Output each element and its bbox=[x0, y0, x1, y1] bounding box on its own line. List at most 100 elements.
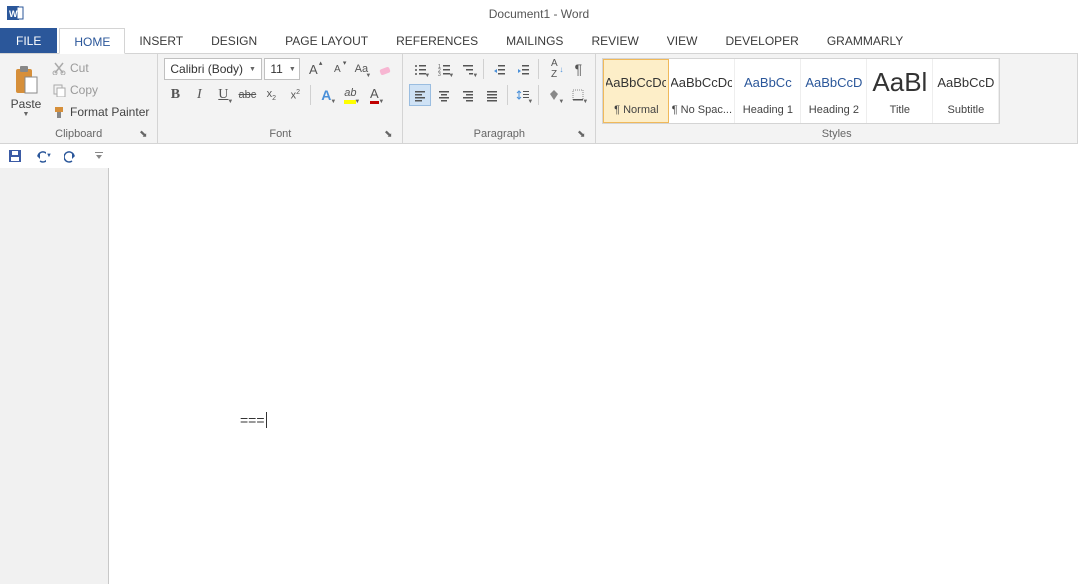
align-center-button[interactable] bbox=[433, 84, 455, 106]
italic-button[interactable]: I bbox=[188, 84, 210, 106]
ribbon: Paste ▼ Cut Copy Format Painter Clipboar… bbox=[0, 54, 1078, 144]
justify-button[interactable] bbox=[481, 84, 503, 106]
grow-font-button[interactable]: A▴ bbox=[302, 58, 324, 80]
qat-customize-button[interactable] bbox=[90, 147, 108, 165]
customize-icon bbox=[94, 151, 104, 161]
style-name: Heading 1 bbox=[743, 101, 793, 119]
shading-button[interactable]: ▼ bbox=[543, 84, 565, 106]
font-name-combo[interactable]: Calibri (Body)▼ bbox=[164, 58, 262, 80]
tab-grammarly[interactable]: GRAMMARLY bbox=[813, 28, 917, 53]
justify-icon bbox=[485, 88, 499, 102]
dropdown-icon: ▼ bbox=[23, 111, 30, 118]
ribbon-tabs: FILE HOME INSERT DESIGN PAGE LAYOUT REFE… bbox=[0, 28, 1078, 54]
window-title: Document1 - Word bbox=[0, 0, 1078, 28]
tab-references[interactable]: REFERENCES bbox=[382, 28, 492, 53]
style-preview: AaBl bbox=[869, 63, 930, 101]
style-name: Title bbox=[890, 101, 910, 119]
strikethrough-button[interactable]: abc bbox=[236, 84, 258, 106]
indent-icon bbox=[516, 62, 530, 76]
font-size-combo[interactable]: 11▼ bbox=[264, 58, 300, 80]
document-content[interactable]: === bbox=[240, 412, 267, 428]
paste-button[interactable]: Paste ▼ bbox=[6, 58, 46, 124]
style-item--normal[interactable]: AaBbCcDc¶ Normal bbox=[603, 59, 669, 123]
style-name: Heading 2 bbox=[809, 101, 859, 119]
align-center-icon bbox=[437, 88, 451, 102]
separator bbox=[507, 85, 508, 105]
page-edge bbox=[108, 168, 109, 584]
font-color-button[interactable]: A▼ bbox=[363, 84, 385, 106]
line-spacing-button[interactable]: ▼ bbox=[512, 84, 534, 106]
change-case-button[interactable]: Aa▼ bbox=[350, 58, 372, 80]
style-item-title[interactable]: AaBlTitle bbox=[867, 59, 933, 123]
tab-home[interactable]: HOME bbox=[59, 28, 125, 54]
align-left-icon bbox=[413, 88, 427, 102]
text-effects-button[interactable]: A▼ bbox=[315, 84, 337, 106]
tab-design[interactable]: DESIGN bbox=[197, 28, 271, 53]
style-item--no-spac-[interactable]: AaBbCcDc¶ No Spac... bbox=[669, 59, 735, 123]
style-name: ¶ No Spac... bbox=[672, 101, 732, 119]
redo-icon bbox=[64, 149, 78, 163]
style-name: Subtitle bbox=[948, 101, 985, 119]
quick-access-toolbar: ▼ bbox=[0, 144, 1078, 168]
eraser-icon bbox=[377, 61, 393, 77]
title-bar: W Document1 - Word bbox=[0, 0, 1078, 28]
save-icon bbox=[8, 149, 22, 163]
format-painter-icon bbox=[52, 105, 66, 119]
copy-icon bbox=[52, 83, 66, 97]
clear-formatting-button[interactable] bbox=[374, 58, 396, 80]
bullets-button[interactable]: ▼ bbox=[409, 58, 431, 80]
styles-gallery: AaBbCcDc¶ NormalAaBbCcDc¶ No Spac...AaBb… bbox=[602, 58, 1000, 124]
svg-text:3: 3 bbox=[438, 72, 441, 76]
tab-pagelayout[interactable]: PAGE LAYOUT bbox=[271, 28, 382, 53]
tab-developer[interactable]: DEVELOPER bbox=[711, 28, 812, 53]
align-right-button[interactable] bbox=[457, 84, 479, 106]
paragraph-launcher-icon[interactable]: ⬊ bbox=[575, 129, 587, 141]
underline-button[interactable]: U▼ bbox=[212, 84, 234, 106]
format-painter-button[interactable]: Format Painter bbox=[50, 102, 151, 122]
multilevel-list-button[interactable]: ▼ bbox=[457, 58, 479, 80]
align-left-button[interactable] bbox=[409, 84, 431, 106]
cut-button[interactable]: Cut bbox=[50, 58, 151, 78]
subscript-button[interactable]: x2 bbox=[260, 84, 282, 106]
tab-insert[interactable]: INSERT bbox=[125, 28, 197, 53]
tab-review[interactable]: REVIEW bbox=[577, 28, 652, 53]
group-font: Calibri (Body)▼ 11▼ A▴ A▾ Aa▼ B I U▼ abc… bbox=[158, 54, 403, 143]
text-cursor bbox=[266, 412, 267, 428]
increase-indent-button[interactable] bbox=[512, 58, 534, 80]
separator bbox=[538, 59, 539, 79]
tab-mailings[interactable]: MAILINGS bbox=[492, 28, 577, 53]
redo-button[interactable] bbox=[62, 147, 80, 165]
left-gutter bbox=[0, 168, 108, 584]
undo-button[interactable]: ▼ bbox=[34, 147, 52, 165]
style-name: ¶ Normal bbox=[614, 101, 658, 119]
shrink-font-button[interactable]: A▾ bbox=[326, 58, 348, 80]
sort-button[interactable]: AZ↓ bbox=[543, 58, 565, 80]
document-area[interactable]: === bbox=[0, 168, 1078, 584]
separator bbox=[483, 59, 484, 79]
group-paragraph: ▼ 123▼ ▼ AZ↓ ¶ ▼ bbox=[403, 54, 596, 143]
group-styles: AaBbCcDc¶ NormalAaBbCcDc¶ No Spac...AaBb… bbox=[596, 54, 1078, 143]
style-item-heading-2[interactable]: AaBbCcDHeading 2 bbox=[801, 59, 867, 123]
show-marks-button[interactable]: ¶ bbox=[567, 58, 589, 80]
undo-icon bbox=[34, 149, 46, 163]
tab-view[interactable]: VIEW bbox=[653, 28, 712, 53]
style-item-heading-1[interactable]: AaBbCcHeading 1 bbox=[735, 59, 801, 123]
font-launcher-icon[interactable]: ⬊ bbox=[382, 129, 394, 141]
highlight-button[interactable]: ab▼ bbox=[339, 84, 361, 106]
style-item-subtitle[interactable]: AaBbCcDSubtitle bbox=[933, 59, 999, 123]
clipboard-launcher-icon[interactable]: ⬊ bbox=[137, 129, 149, 141]
bold-button[interactable]: B bbox=[164, 84, 186, 106]
style-preview: AaBbCcD bbox=[935, 63, 996, 101]
group-clipboard: Paste ▼ Cut Copy Format Painter Clipboar… bbox=[0, 54, 158, 143]
superscript-button[interactable]: x2 bbox=[284, 84, 306, 106]
tab-file[interactable]: FILE bbox=[0, 28, 57, 53]
dropdown-icon: ▼ bbox=[289, 66, 296, 73]
save-button[interactable] bbox=[6, 147, 24, 165]
copy-button[interactable]: Copy bbox=[50, 80, 151, 100]
borders-button[interactable]: ▼ bbox=[567, 84, 589, 106]
dropdown-icon: ▼ bbox=[249, 66, 256, 73]
style-preview: AaBbCc bbox=[737, 63, 798, 101]
decrease-indent-button[interactable] bbox=[488, 58, 510, 80]
numbering-button[interactable]: 123▼ bbox=[433, 58, 455, 80]
style-preview: AaBbCcDc bbox=[606, 63, 666, 101]
